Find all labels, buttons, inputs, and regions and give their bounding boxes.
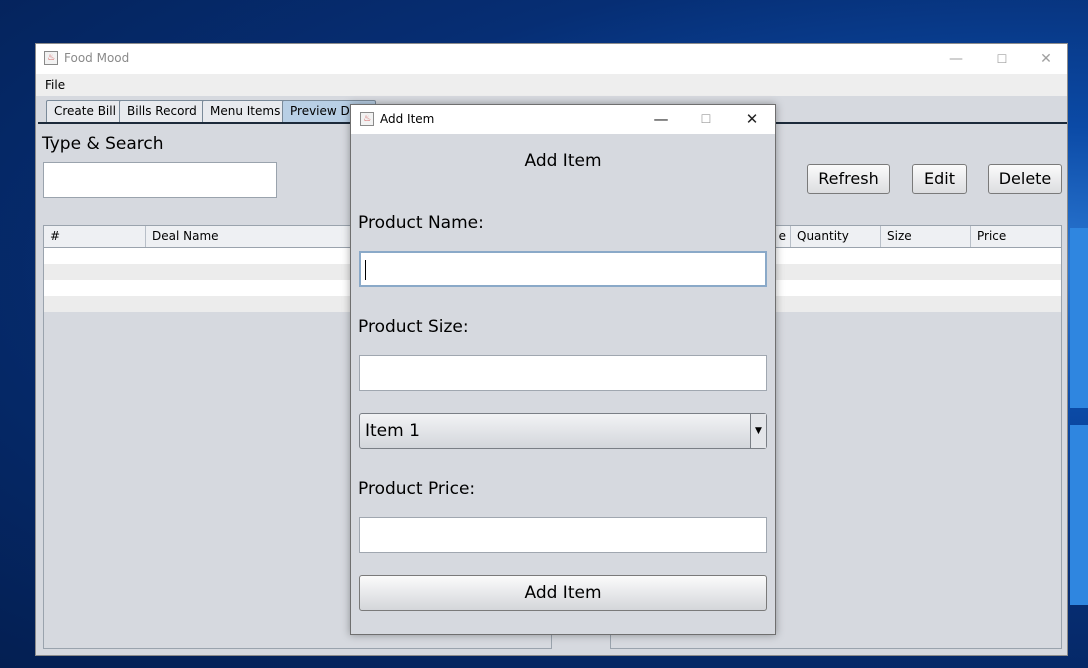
add-item-dialog: ♨ Add Item — ☐ ✕ Add Item Product Name: …: [350, 104, 776, 635]
product-price-label: Product Price:: [358, 479, 476, 499]
tab-menu-items[interactable]: Menu Items: [202, 100, 289, 122]
close-icon[interactable]: ✕: [729, 105, 775, 134]
minimize-icon[interactable]: —: [638, 105, 684, 134]
product-size-label: Product Size:: [358, 317, 469, 337]
menu-bar: File: [36, 74, 1067, 96]
search-label: Type & Search: [42, 134, 164, 154]
java-app-icon: ♨: [44, 51, 58, 65]
column-header-quantity[interactable]: Quantity: [791, 226, 881, 247]
dialog-title: Add Item: [380, 112, 435, 126]
product-name-label: Product Name:: [358, 213, 484, 233]
text-caret: [365, 260, 366, 280]
item-select-value: Item 1: [365, 421, 420, 441]
tab-create-bill[interactable]: Create Bill: [46, 100, 124, 122]
menu-file[interactable]: File: [45, 78, 65, 92]
main-window-title: Food Mood: [64, 51, 130, 65]
java-app-icon: ♨: [360, 112, 374, 126]
maximize-icon[interactable]: ☐: [979, 44, 1025, 74]
item-select[interactable]: Item 1 ▼: [359, 413, 767, 449]
column-header-number[interactable]: #: [44, 226, 146, 247]
column-header-size[interactable]: Size: [881, 226, 971, 247]
desktop-window-edge: [1070, 228, 1088, 408]
dialog-heading: Add Item: [524, 151, 602, 171]
search-input[interactable]: [43, 162, 277, 198]
edit-button[interactable]: Edit: [912, 164, 967, 194]
main-title-bar: ♨ Food Mood — ☐ ✕: [36, 44, 1067, 74]
product-size-input[interactable]: [359, 355, 767, 391]
maximize-icon[interactable]: ☐: [683, 105, 729, 134]
minimize-icon[interactable]: —: [933, 44, 979, 74]
product-price-input[interactable]: [359, 517, 767, 553]
dropdown-arrow-icon[interactable]: ▼: [750, 414, 766, 448]
tab-bills-record[interactable]: Bills Record: [119, 100, 205, 122]
delete-button[interactable]: Delete: [988, 164, 1062, 194]
refresh-button[interactable]: Refresh: [807, 164, 890, 194]
desktop-window-edge: [1070, 425, 1088, 605]
column-header-price[interactable]: Price: [971, 226, 1061, 247]
add-item-button[interactable]: Add Item: [359, 575, 767, 611]
close-icon[interactable]: ✕: [1023, 44, 1069, 74]
dialog-title-bar: ♨ Add Item — ☐ ✕: [351, 105, 775, 134]
product-name-input[interactable]: [359, 251, 767, 287]
